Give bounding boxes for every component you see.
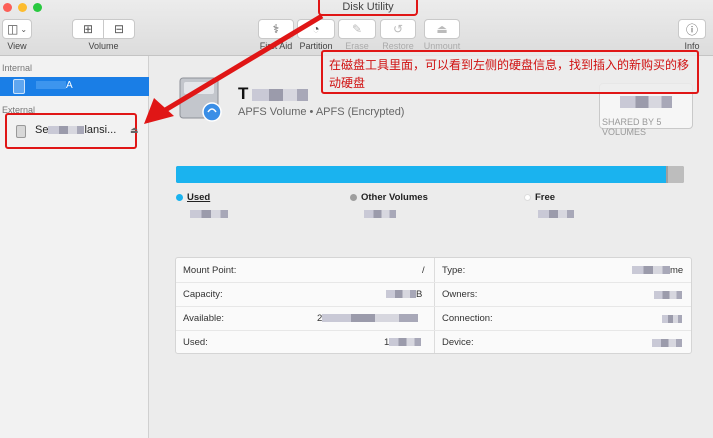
internal-drive-icon (13, 79, 25, 94)
free-dot-icon (524, 194, 531, 201)
disk-utility-window: Disk Utility ◫ ⌄ View ⊞ ⊟ Volume ⚕ First … (0, 0, 713, 438)
sidebar-item-internal-disk[interactable]: A (0, 77, 149, 96)
usage-bar (176, 166, 684, 183)
available-value: 2 (317, 313, 419, 324)
add-volume-button[interactable]: ⊞ (72, 19, 104, 39)
sidebar-item-label: A (36, 80, 73, 91)
capacity-value: B (386, 289, 422, 300)
partition-icon: ◔ (312, 22, 320, 36)
device-value (652, 339, 682, 347)
chevron-down-icon: ⌄ (20, 24, 28, 34)
view-button[interactable]: ◫ ⌄ (2, 19, 32, 39)
stethoscope-icon: ⚕ (272, 22, 280, 36)
restore-icon: ↺ (392, 22, 404, 36)
close-window-button[interactable] (3, 3, 12, 12)
add-volume-icon: ⊞ (82, 22, 94, 36)
type-value: me (632, 265, 683, 276)
volume-icon (179, 77, 222, 122)
toolbar: Disk Utility ◫ ⌄ View ⊞ ⊟ Volume ⚕ First … (0, 0, 713, 56)
owners-value (654, 291, 682, 299)
internal-header: Internal (2, 63, 33, 73)
available-key: Available: (183, 313, 225, 324)
external-drive-icon (16, 125, 26, 138)
type-key: Type: (442, 265, 466, 276)
other-volumes-value (364, 210, 396, 218)
main-pane: T APFS Volume • APFS (Encrypted) SHARED … (150, 50, 713, 438)
view-label: View (7, 41, 27, 51)
info-table: Mount Point: / Capacity: B Available: 2 … (175, 257, 692, 354)
erase-button[interactable]: ✎ (338, 19, 376, 39)
usage-bar-used (176, 166, 667, 183)
volume-label: Volume (88, 41, 119, 51)
legend-used: Used (176, 192, 210, 203)
legend-free: Free (524, 192, 555, 203)
device-key: Device: (442, 337, 474, 348)
size-caption: SHARED BY 5 VOLUMES (602, 117, 662, 137)
other-volumes-dot-icon (350, 194, 357, 201)
used-detail-value: 1 (384, 337, 422, 348)
partition-button[interactable]: ◔ (297, 19, 335, 39)
capacity-key: Capacity: (183, 289, 223, 300)
first-aid-label: First Aid (259, 41, 293, 51)
erase-icon: ✎ (351, 22, 363, 36)
first-aid-button[interactable]: ⚕ (258, 19, 294, 39)
owners-key: Owners: (442, 289, 478, 300)
external-disk-label: Se lansi... (35, 124, 117, 136)
remove-volume-icon: ⊟ (113, 22, 125, 36)
used-key: Used: (183, 337, 208, 348)
annotation-callout: 在磁盘工具里面，可以看到左侧的硬盘信息，找到插入的新购买的移动硬盘 (321, 50, 699, 94)
restore-button[interactable]: ↺ (380, 19, 416, 39)
legend-other-volumes: Other Volumes (350, 192, 428, 203)
unmount-icon: ⏏ (436, 22, 448, 36)
mount-point-key: Mount Point: (183, 265, 237, 276)
connection-value (662, 315, 682, 323)
connection-key: Connection: (442, 313, 493, 324)
volume-name: T (238, 84, 309, 104)
info-button[interactable]: ⓘ (678, 19, 706, 39)
window-title: Disk Utility (318, 0, 418, 16)
used-dot-icon (176, 194, 183, 201)
free-value (538, 210, 574, 218)
sidebar-icon: ◫ (6, 22, 19, 36)
remove-volume-button[interactable]: ⊟ (103, 19, 135, 39)
used-value (190, 210, 228, 218)
eject-icon[interactable]: ⏏ (130, 125, 139, 136)
zoom-window-button[interactable] (33, 3, 42, 12)
usage-bar-other (668, 166, 684, 183)
volume-subtitle: APFS Volume • APFS (Encrypted) (238, 106, 405, 118)
sidebar: Internal A External Se lansi... ⏏ (0, 56, 149, 438)
sidebar-item-external-disk[interactable]: Se lansi... ⏏ (5, 113, 139, 149)
info-icon: ⓘ (685, 22, 698, 37)
mount-point-value: / (422, 265, 425, 276)
minimize-window-button[interactable] (18, 3, 27, 12)
unmount-button[interactable]: ⏏ (424, 19, 460, 39)
